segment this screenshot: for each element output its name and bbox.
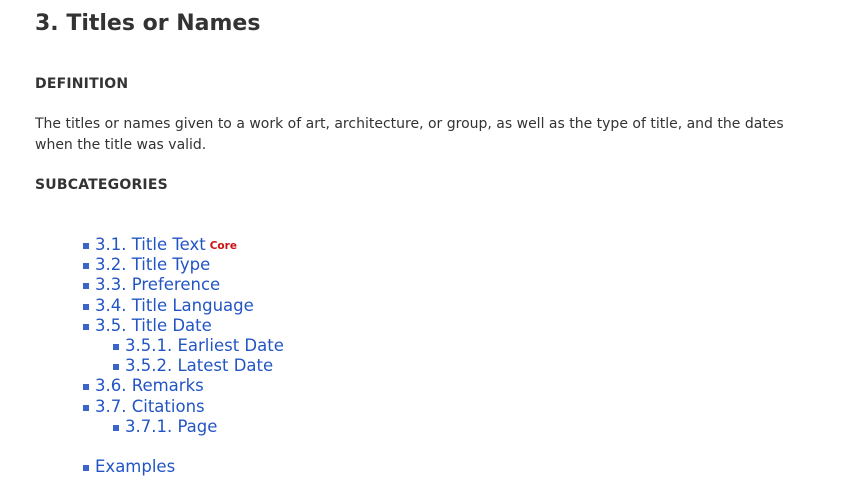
core-badge: Core [209, 240, 237, 252]
subcategories-heading: SUBCATEGORIES [35, 177, 168, 193]
subcategory-item-title-date: 3.5. Title Date [83, 316, 284, 336]
latest-date-link[interactable]: 3.5.2. Latest Date [125, 356, 273, 375]
remarks-link[interactable]: 3.6. Remarks [95, 376, 204, 395]
title-date-link[interactable]: 3.5. Title Date [95, 316, 212, 335]
examples-link[interactable]: Examples [95, 457, 175, 476]
square-bullet-icon [83, 303, 89, 310]
page-title: 3. Titles or Names [35, 11, 261, 36]
subcategory-item-title-text: 3.1. Title Text Core [83, 235, 284, 255]
subcategory-item-title-type: 3.2. Title Type [83, 255, 284, 275]
square-bullet-icon [83, 283, 89, 290]
subcategory-list: 3.1. Title Text Core 3.2. Title Type 3.3.… [83, 235, 284, 477]
preference-link[interactable]: 3.3. Preference [95, 275, 220, 294]
subcategory-item-title-language: 3.4. Title Language [83, 296, 284, 316]
subcategory-item-page: 3.7.1. Page [83, 417, 284, 437]
examples-item: Examples [83, 457, 284, 477]
square-bullet-icon [113, 364, 119, 371]
square-bullet-icon [83, 404, 89, 411]
square-bullet-icon [113, 424, 119, 431]
page-link[interactable]: 3.7.1. Page [125, 417, 217, 436]
square-bullet-icon [83, 243, 89, 249]
citations-link[interactable]: 3.7. Citations [95, 397, 205, 416]
definition-heading: DEFINITION [35, 76, 129, 92]
subcategory-item-latest-date: 3.5.2. Latest Date [83, 356, 284, 376]
title-type-link[interactable]: 3.2. Title Type [95, 255, 210, 274]
subcategory-item-remarks: 3.6. Remarks [83, 376, 284, 396]
square-bullet-icon [83, 464, 89, 471]
subcategory-item-earliest-date: 3.5.1. Earliest Date [83, 336, 284, 356]
square-bullet-icon [83, 384, 89, 391]
title-language-link[interactable]: 3.4. Title Language [95, 296, 254, 315]
subcategory-item-preference: 3.3. Preference [83, 275, 284, 295]
earliest-date-link[interactable]: 3.5.1. Earliest Date [125, 336, 284, 355]
definition-text: The titles or names given to a work of a… [35, 116, 784, 153]
title-text-link[interactable]: 3.1. Title Text [95, 235, 206, 254]
square-bullet-icon [113, 343, 119, 350]
subcategory-item-citations: 3.7. Citations [83, 397, 284, 417]
square-bullet-icon [83, 263, 89, 270]
square-bullet-icon [83, 323, 89, 330]
